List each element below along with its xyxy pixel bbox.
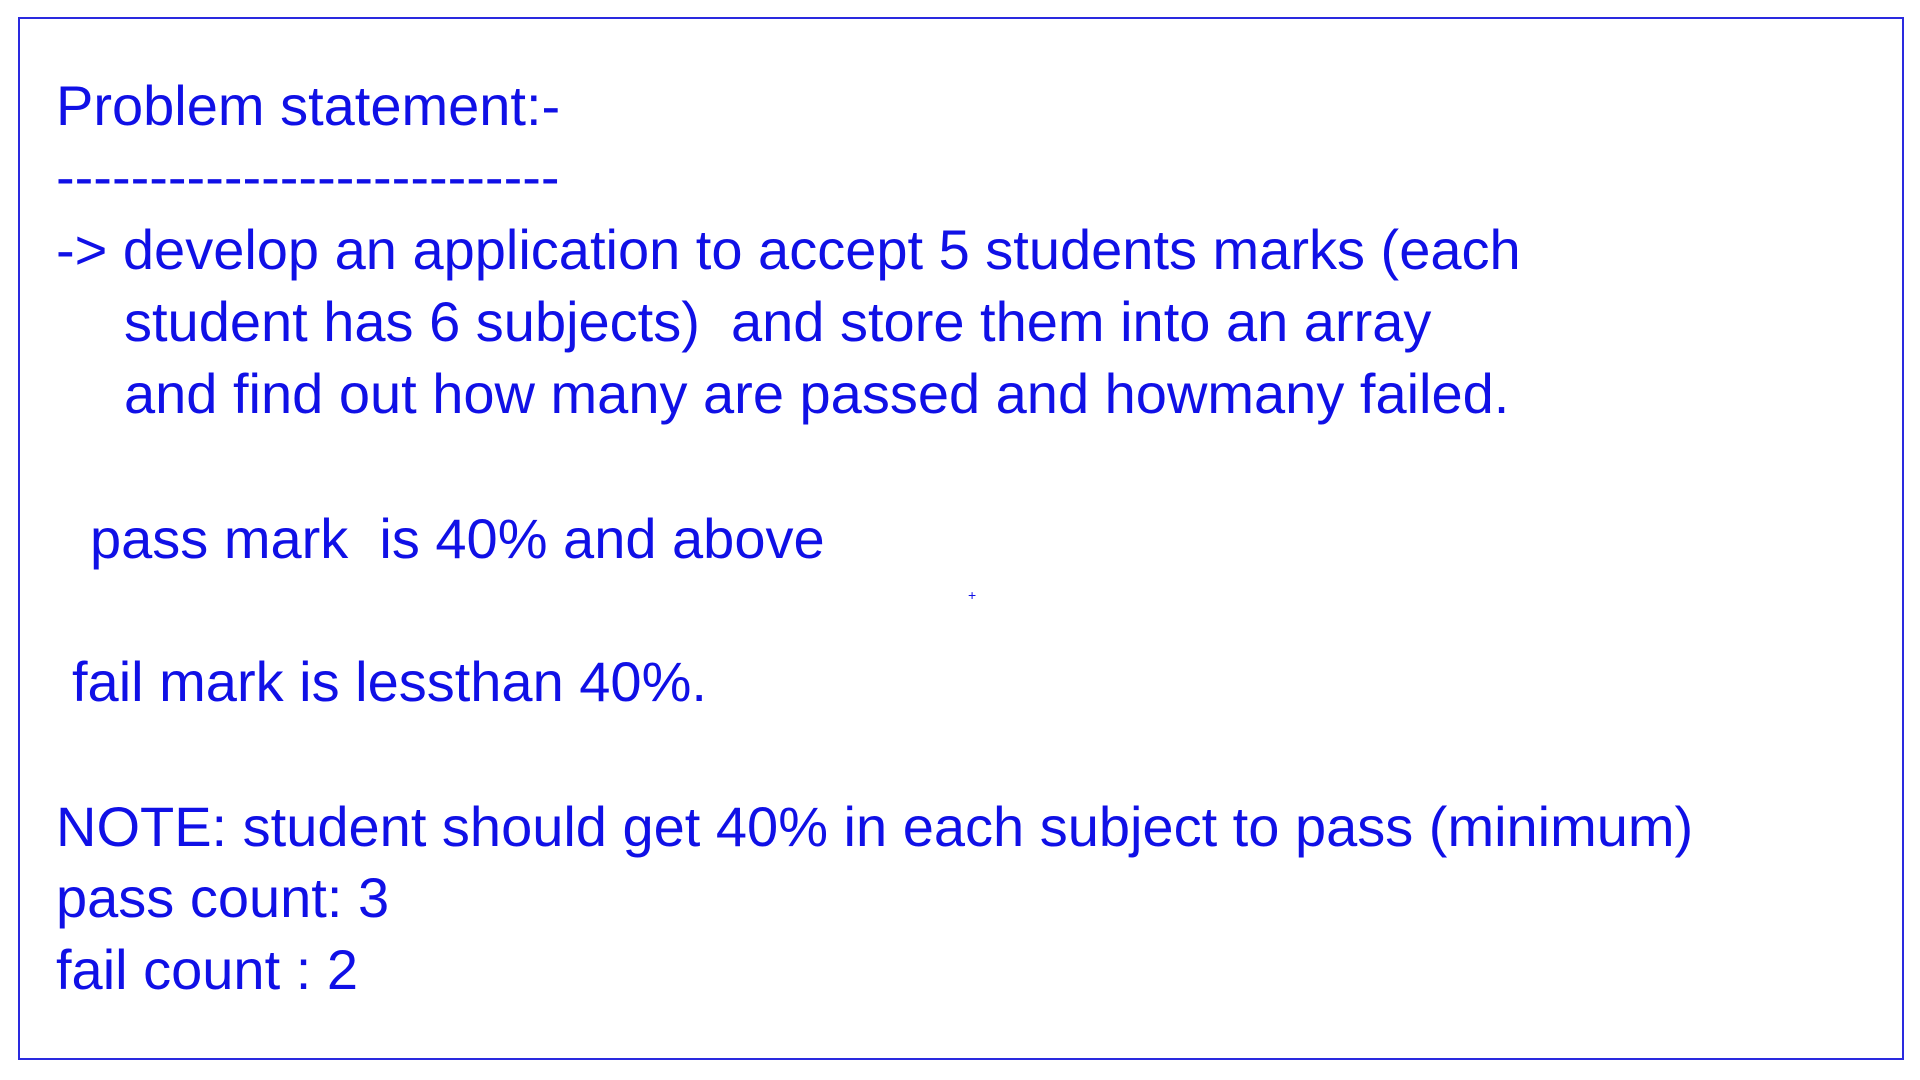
fail-rule: fail mark is lessthan 40%. <box>72 650 707 713</box>
heading-underline: --------------------------- <box>56 145 560 208</box>
pass-rule: pass mark is 40% and above <box>90 507 825 570</box>
task-line-2: student has 6 subjects) and store them i… <box>124 290 1432 353</box>
problem-heading: Problem statement:- <box>56 74 561 137</box>
task-line-3: and find out how many are passed and how… <box>124 362 1510 425</box>
pass-count: pass count: 3 <box>56 866 390 929</box>
task-line-1: -> develop an application to accept 5 st… <box>56 218 1521 281</box>
note-line: NOTE: student should get 40% in each sub… <box>56 795 1694 858</box>
fail-count: fail count : 2 <box>56 938 358 1001</box>
cursor-marker: + <box>968 587 977 603</box>
